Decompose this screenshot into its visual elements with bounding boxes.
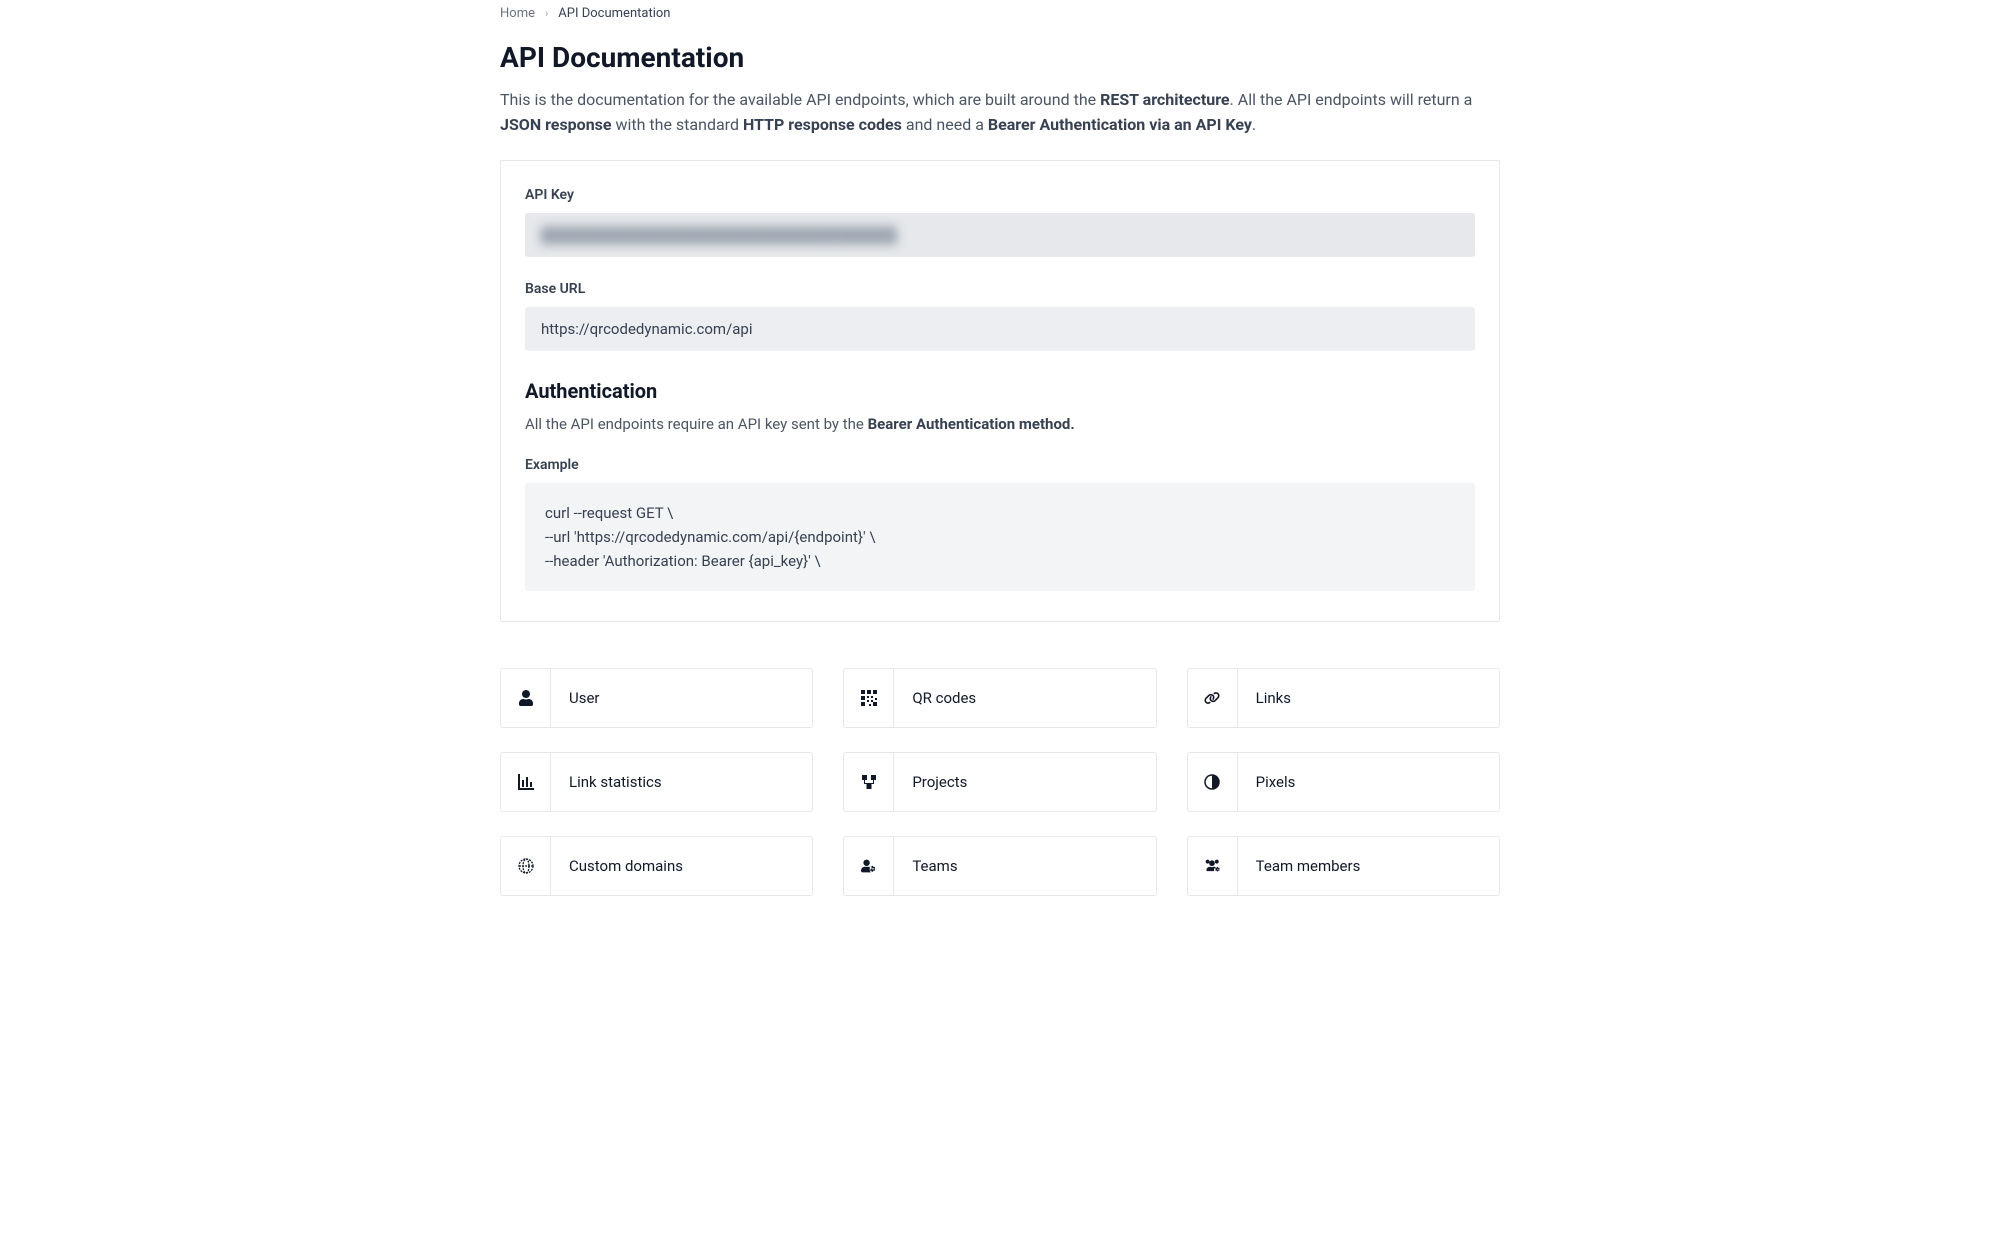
intro-text: and need a xyxy=(902,115,988,134)
intro-bold-json: JSON response xyxy=(500,115,612,134)
example-label: Example xyxy=(525,457,1475,473)
intro-text: . All the API endpoints will return a xyxy=(1230,90,1473,109)
endpoint-card-label: Pixels xyxy=(1238,753,1296,811)
auth-text-pre: All the API endpoints require an API key… xyxy=(525,415,868,433)
breadcrumb: Home › API Documentation xyxy=(500,0,1500,41)
endpoint-card-label: Custom domains xyxy=(551,837,683,895)
intro-text: . xyxy=(1252,115,1256,134)
endpoint-cards-grid: User QR codes Links Link statistics Projects… xyxy=(500,668,1500,896)
endpoint-card-label: Teams xyxy=(894,837,957,895)
intro-bold-rest: REST architecture xyxy=(1100,90,1230,109)
intro-bold-bearer: Bearer Authentication via an API Key xyxy=(988,115,1252,134)
endpoint-card-label: QR codes xyxy=(894,669,976,727)
api-key-label: API Key xyxy=(525,187,1475,203)
endpoint-card-links[interactable]: Links xyxy=(1187,668,1500,728)
breadcrumb-current: API Documentation xyxy=(558,6,670,21)
example-code-box[interactable]: curl --request GET \ --url 'https://qrco… xyxy=(525,483,1475,591)
user-icon xyxy=(501,669,551,727)
intro-text: with the standard xyxy=(612,115,743,134)
chart-icon xyxy=(501,753,551,811)
api-key-masked: ████████████████████████████████ xyxy=(541,226,897,244)
auth-text-bold: Bearer Authentication method. xyxy=(868,415,1075,433)
authentication-text: All the API endpoints require an API key… xyxy=(525,415,1475,433)
chevron-right-icon: › xyxy=(545,7,548,20)
qrcode-icon xyxy=(844,669,894,727)
halfcircle-icon xyxy=(1188,753,1238,811)
api-info-panel: API Key ████████████████████████████████… xyxy=(500,160,1500,622)
intro-text: This is the documentation for the availa… xyxy=(500,90,1100,109)
intro-bold-http: HTTP response codes xyxy=(743,115,902,134)
endpoint-card-qr-codes[interactable]: QR codes xyxy=(843,668,1156,728)
endpoint-card-projects[interactable]: Projects xyxy=(843,752,1156,812)
endpoint-card-label: Team members xyxy=(1238,837,1361,895)
globe-icon xyxy=(501,837,551,895)
endpoint-card-custom-domains[interactable]: Custom domains xyxy=(500,836,813,896)
api-key-value-box[interactable]: ████████████████████████████████ xyxy=(525,213,1475,257)
endpoint-card-label: Projects xyxy=(894,753,967,811)
intro-paragraph: This is the documentation for the availa… xyxy=(500,88,1500,138)
base-url-value-box[interactable]: https://qrcodedynamic.com/api xyxy=(525,307,1475,351)
usergear-icon xyxy=(844,837,894,895)
endpoint-card-label: Link statistics xyxy=(551,753,662,811)
usersgear-icon xyxy=(1188,837,1238,895)
endpoint-card-pixels[interactable]: Pixels xyxy=(1187,752,1500,812)
diagram-icon xyxy=(844,753,894,811)
endpoint-card-link-statistics[interactable]: Link statistics xyxy=(500,752,813,812)
authentication-heading: Authentication xyxy=(525,379,1475,403)
base-url-label: Base URL xyxy=(525,281,1475,297)
endpoint-card-teams[interactable]: Teams xyxy=(843,836,1156,896)
endpoint-card-label: User xyxy=(551,669,600,727)
endpoint-card-label: Links xyxy=(1238,669,1291,727)
link-icon xyxy=(1188,669,1238,727)
breadcrumb-home-link[interactable]: Home xyxy=(500,6,535,21)
endpoint-card-team-members[interactable]: Team members xyxy=(1187,836,1500,896)
endpoint-card-user[interactable]: User xyxy=(500,668,813,728)
page-title: API Documentation xyxy=(500,41,1500,74)
